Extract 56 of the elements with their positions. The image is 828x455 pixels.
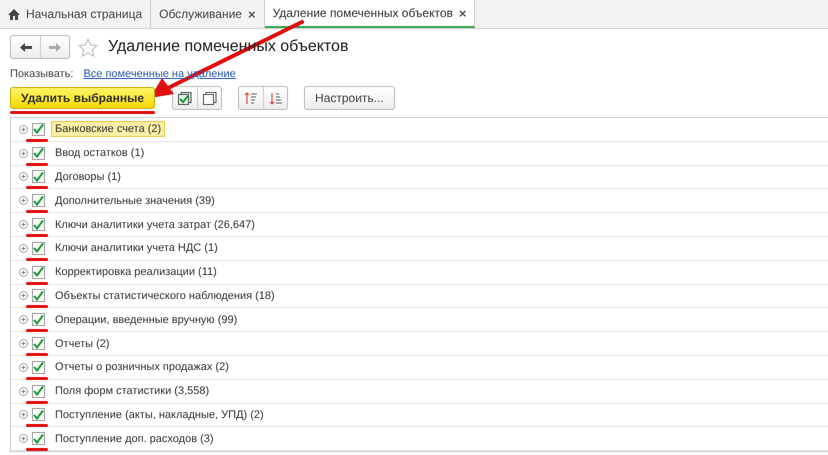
expand-icon[interactable] xyxy=(19,434,28,444)
sort-ascending-icon xyxy=(244,92,258,104)
expand-icon[interactable] xyxy=(19,410,28,420)
checkbox[interactable] xyxy=(32,432,45,446)
tree-item[interactable]: Поступление (акты, накладные, УПД) (2) xyxy=(51,406,268,423)
expand-icon[interactable] xyxy=(19,220,28,230)
left-arrow-icon xyxy=(20,42,32,52)
checkbox[interactable] xyxy=(32,337,45,350)
expand-icon[interactable] xyxy=(19,362,28,372)
expand-icon[interactable] xyxy=(19,124,28,134)
sort-descending-icon xyxy=(268,92,283,104)
tree-item[interactable]: Договоры (1) xyxy=(51,168,125,185)
checkbox[interactable] xyxy=(32,242,45,255)
tree-item[interactable]: Банковские счета (2) xyxy=(51,121,166,138)
tab[interactable]: Удаление помеченных объектов × xyxy=(264,0,476,28)
home-icon xyxy=(8,8,20,20)
tree-item[interactable]: Дополнительные значения (39) xyxy=(51,192,219,209)
checkbox[interactable] xyxy=(32,384,45,398)
expand-icon[interactable] xyxy=(19,291,28,300)
close-icon[interactable]: × xyxy=(458,6,466,20)
tree-item[interactable]: Корректировка реализации (11) xyxy=(51,264,221,280)
expand-icon[interactable] xyxy=(19,386,28,396)
empty-boxes-icon xyxy=(202,92,217,104)
checkbox[interactable] xyxy=(32,218,45,232)
expand-icon[interactable] xyxy=(19,148,28,158)
checkbox[interactable] xyxy=(32,146,45,160)
expand-icon[interactable] xyxy=(19,196,28,206)
tree-item[interactable]: Отчеты о розничных продажах (2) xyxy=(51,359,233,376)
checkbox[interactable] xyxy=(32,289,45,302)
configure-button[interactable]: Настроить... xyxy=(304,86,395,110)
expand-icon[interactable] xyxy=(19,172,28,182)
tree-item[interactable]: Поступление доп. расходов (3) xyxy=(51,430,218,447)
checked-boxes-icon xyxy=(178,92,192,104)
delete-selected-button[interactable]: Удалить выбранные xyxy=(10,87,156,109)
checkbox[interactable] xyxy=(32,313,45,326)
tree-item[interactable]: Отчеты (2) xyxy=(51,336,114,352)
checkbox[interactable] xyxy=(32,194,45,208)
close-icon[interactable]: × xyxy=(248,6,256,22)
tree-item[interactable]: Ввод остатков (1) xyxy=(51,145,148,162)
star-icon[interactable] xyxy=(78,38,98,56)
checkbox[interactable] xyxy=(32,122,45,136)
tree-item[interactable]: Объекты статистического наблюдения (18) xyxy=(51,288,279,304)
checkbox[interactable] xyxy=(32,266,45,279)
filter-label: Показывать: xyxy=(10,68,74,80)
tree-item[interactable]: Поля форм статистики (3,558) xyxy=(51,383,214,400)
right-arrow-icon xyxy=(49,42,61,52)
checkbox[interactable] xyxy=(32,408,45,422)
tree-item[interactable]: Ключи аналитики учета затрат (26,647) xyxy=(51,216,259,233)
expand-icon[interactable] xyxy=(19,268,28,277)
tree-item[interactable]: Операции, введенные вручную (99) xyxy=(51,312,242,328)
tree-item[interactable]: Ключи аналитики учета НДС (1) xyxy=(51,240,222,256)
expand-icon[interactable] xyxy=(19,315,28,324)
checkbox[interactable] xyxy=(32,170,45,184)
expand-icon[interactable] xyxy=(19,339,28,348)
expand-icon[interactable] xyxy=(19,244,28,253)
checkbox[interactable] xyxy=(32,360,45,374)
